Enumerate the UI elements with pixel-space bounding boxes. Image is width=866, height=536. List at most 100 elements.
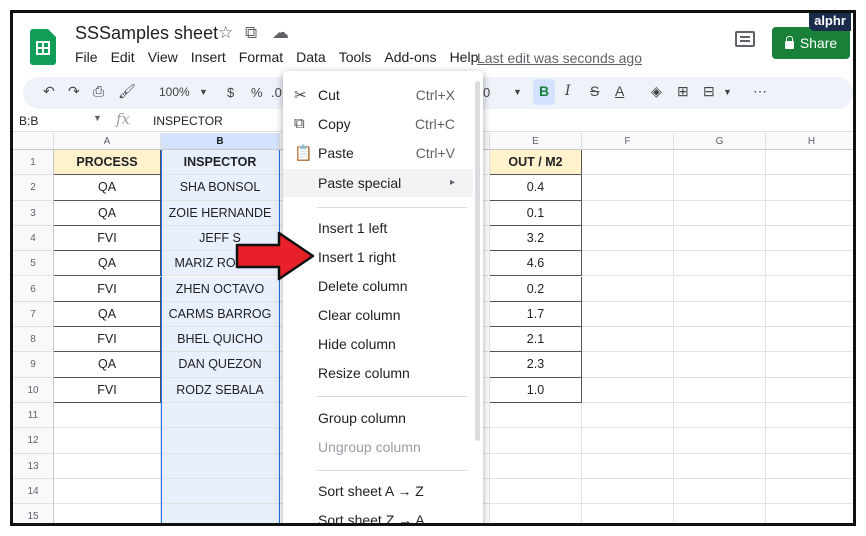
row-header[interactable]: 14 xyxy=(13,478,54,505)
cell-f12[interactable] xyxy=(582,428,674,454)
row-header[interactable]: 13 xyxy=(13,453,54,479)
row-header[interactable]: 5 xyxy=(13,251,54,277)
cell-a7[interactable]: QA xyxy=(54,301,161,328)
cell-g9[interactable] xyxy=(674,352,766,378)
cell-a3[interactable]: QA xyxy=(54,200,161,226)
row-header[interactable]: 11 xyxy=(13,403,54,429)
menu-item-resize-column[interactable]: Resize column xyxy=(283,359,473,387)
cell-h1[interactable] xyxy=(766,150,853,176)
cell-b12[interactable] xyxy=(161,428,280,454)
cell-a6[interactable]: FVI xyxy=(54,276,161,302)
cell-a1[interactable]: PROCESS xyxy=(54,150,161,176)
menu-file[interactable]: File xyxy=(75,49,98,65)
cell-f15[interactable] xyxy=(582,504,674,523)
cell-e7[interactable]: 1.7 xyxy=(490,301,582,328)
menu-data[interactable]: Data xyxy=(296,49,326,65)
last-edit-link[interactable]: Last edit was seconds ago xyxy=(477,50,642,66)
cell-a14[interactable] xyxy=(54,478,161,505)
text-color-button[interactable]: A xyxy=(615,83,624,99)
cell-b10[interactable]: RODZ SEBALA xyxy=(161,377,280,403)
cell-e9[interactable]: 2.3 xyxy=(490,352,582,378)
cell-h9[interactable] xyxy=(766,352,853,378)
menu-item-sort-za[interactable]: Sort sheet Z → A xyxy=(283,506,473,523)
cell-g7[interactable] xyxy=(674,301,766,328)
cell-e10[interactable]: 1.0 xyxy=(490,377,582,403)
currency-button[interactable]: $ xyxy=(227,85,234,100)
cell-e6[interactable]: 0.2 xyxy=(490,276,582,302)
cell-e14[interactable] xyxy=(490,478,582,505)
row-header[interactable]: 10 xyxy=(13,377,54,403)
cell-a5[interactable]: QA xyxy=(54,251,161,277)
row-header[interactable]: 2 xyxy=(13,175,54,201)
comment-history-icon[interactable] xyxy=(735,31,755,47)
cell-f3[interactable] xyxy=(582,200,674,226)
zoom-select[interactable]: 100% xyxy=(159,85,190,99)
row-header[interactable]: 4 xyxy=(13,225,54,252)
cell-b7[interactable]: CARMS BARROG xyxy=(161,301,280,328)
menu-item-cut[interactable]: ✂ Cut Ctrl+X xyxy=(283,81,473,109)
document-title[interactable]: SSSamples sheet xyxy=(75,23,218,44)
cell-f13[interactable] xyxy=(582,453,674,479)
cell-b14[interactable] xyxy=(161,478,280,505)
italic-button[interactable]: I xyxy=(565,83,571,99)
cell-h5[interactable] xyxy=(766,251,853,277)
menu-item-sort-az[interactable]: Sort sheet A → Z xyxy=(283,477,473,505)
cell-h15[interactable] xyxy=(766,504,853,523)
sheets-logo-icon[interactable] xyxy=(30,29,56,65)
print-icon[interactable]: ⎙ xyxy=(93,83,104,100)
cell-h6[interactable] xyxy=(766,277,853,302)
column-header-g[interactable]: G xyxy=(674,133,766,150)
cell-a15[interactable] xyxy=(54,504,161,523)
cell-f11[interactable] xyxy=(582,403,674,429)
cell-a10[interactable]: FVI xyxy=(54,377,161,403)
column-header-f[interactable]: F xyxy=(582,133,674,150)
cell-h2[interactable] xyxy=(766,175,853,201)
strikethrough-button[interactable]: S xyxy=(590,83,599,99)
cell-g4[interactable] xyxy=(674,225,766,252)
row-header[interactable]: 3 xyxy=(13,200,54,226)
zoom-dropdown-icon[interactable]: ▼ xyxy=(199,87,208,97)
cell-b13[interactable] xyxy=(161,453,280,479)
cell-h8[interactable] xyxy=(766,327,853,353)
merge-dropdown-icon[interactable]: ▼ xyxy=(723,87,732,97)
cell-a9[interactable]: QA xyxy=(54,352,161,378)
row-header[interactable]: 6 xyxy=(13,276,54,302)
cell-h10[interactable] xyxy=(766,378,853,403)
cell-h13[interactable] xyxy=(766,454,853,479)
cell-g12[interactable] xyxy=(674,428,766,454)
cell-g11[interactable] xyxy=(674,403,766,429)
cell-e2[interactable]: 0.4 xyxy=(490,175,582,201)
menu-item-paste-special[interactable]: Paste special ▸ xyxy=(283,169,473,197)
cell-f10[interactable] xyxy=(582,377,674,403)
cell-h7[interactable] xyxy=(766,302,853,328)
formula-input[interactable]: INSPECTOR xyxy=(153,114,223,128)
column-header-h[interactable]: H xyxy=(766,133,853,150)
menu-scrollbar[interactable] xyxy=(475,81,480,441)
name-box[interactable]: B:B xyxy=(19,114,38,128)
cell-a4[interactable]: FVI xyxy=(54,225,161,252)
cloud-status-icon[interactable]: ☁ xyxy=(272,23,289,43)
cell-g15[interactable] xyxy=(674,504,766,523)
cell-g3[interactable] xyxy=(674,200,766,226)
cell-h12[interactable] xyxy=(766,428,853,454)
cell-g8[interactable] xyxy=(674,327,766,353)
redo-icon[interactable]: ↷ xyxy=(68,83,80,100)
cell-a11[interactable] xyxy=(54,403,161,429)
cell-b11[interactable] xyxy=(161,403,280,429)
cell-f4[interactable] xyxy=(582,225,674,252)
cell-f14[interactable] xyxy=(582,478,674,505)
cell-e13[interactable] xyxy=(490,453,582,479)
column-header-a[interactable]: A xyxy=(54,133,161,150)
borders-icon[interactable]: ⊞ xyxy=(677,83,689,100)
cell-e4[interactable]: 3.2 xyxy=(490,225,582,252)
cell-b1[interactable]: INSPECTOR xyxy=(161,150,280,176)
cell-a2[interactable]: QA xyxy=(54,175,161,201)
cell-b15[interactable] xyxy=(161,504,280,523)
cell-e11[interactable] xyxy=(490,403,582,429)
cell-f9[interactable] xyxy=(582,352,674,378)
cell-g2[interactable] xyxy=(674,175,766,201)
menu-help[interactable]: Help xyxy=(450,49,479,65)
menu-tools[interactable]: Tools xyxy=(339,49,372,65)
font-size-dropdown-icon[interactable]: ▼ xyxy=(513,87,522,97)
cell-b9[interactable]: DAN QUEZON xyxy=(161,352,280,378)
